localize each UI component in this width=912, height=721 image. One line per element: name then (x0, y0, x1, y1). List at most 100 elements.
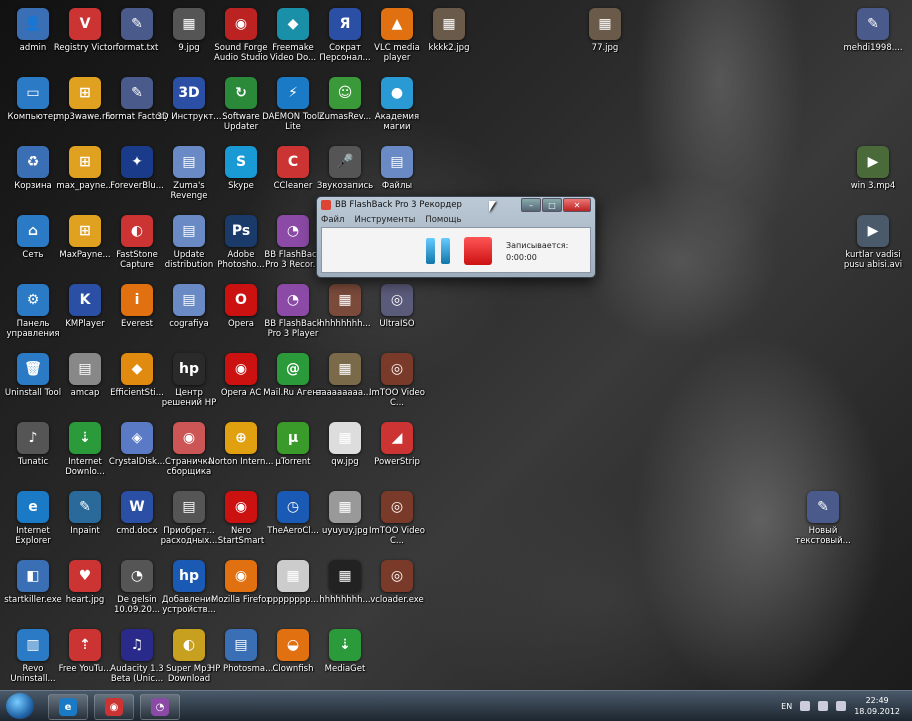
desktop-icon-glyph-icon: ◎ (381, 284, 413, 316)
desktop-icon[interactable]: ▶ kurtlar vadisi pusu abisi.avi (840, 211, 906, 277)
desktop-icon-glyph-icon: ◉ (173, 422, 205, 454)
flag-icon[interactable] (818, 701, 829, 711)
desktop-icon-label: vcloader.exe (370, 595, 424, 605)
desktop-icon-glyph-icon: ✎ (121, 77, 153, 109)
recording-elapsed: 0:00:00 (506, 253, 537, 262)
menu-file[interactable]: Файл (321, 215, 344, 225)
desktop-icon-glyph-icon: ♥ (69, 560, 101, 592)
desktop-icon-glyph-icon: ▦ (329, 491, 361, 523)
clock[interactable]: 22:49 18.09.2012 (854, 695, 900, 717)
desktop-icon-glyph-icon: @ (277, 353, 309, 385)
recorder-titlebar[interactable]: BB FlashBack Pro 3 Рекордер – □ ✕ (317, 197, 595, 213)
desktop-icon-glyph-icon: ⇣ (329, 629, 361, 661)
desktop-icon-glyph-icon: 🗑 (17, 353, 49, 385)
desktop-icon-glyph-icon: V (69, 8, 101, 40)
menu-help[interactable]: Помощь (425, 215, 461, 225)
desktop-icon[interactable]: ▦ 77.jpg (572, 4, 638, 70)
desktop-icon-glyph-icon: ✎ (69, 491, 101, 523)
desktop-icon-label: kkkk2.jpg (428, 43, 470, 53)
desktop: 👤 admin V Registry Victor ✎ format.txt ▦ 9.jpg ◉… (0, 0, 912, 690)
desktop-icon-label: kurtlar vadisi pusu abisi.avi (843, 250, 903, 270)
desktop-icon[interactable]: ⇣ MediaGet (312, 625, 378, 691)
desktop-icon[interactable]: ▶ win 3.mp4 (840, 142, 906, 208)
desktop-icon-label: 77.jpg (591, 43, 619, 53)
desktop-icon[interactable]: ◎ ImTOO Video C... (364, 487, 430, 553)
desktop-icon-glyph-icon: 🎤 (329, 146, 361, 178)
close-button[interactable]: ✕ (563, 198, 591, 212)
desktop-icon-glyph-icon: ◉ (225, 353, 257, 385)
desktop-icon-glyph-icon: 3D (173, 77, 205, 109)
desktop-icon[interactable]: ◎ vcloader.exe (364, 556, 430, 622)
minimize-button[interactable]: – (521, 198, 541, 212)
maximize-button[interactable]: □ (542, 198, 562, 212)
desktop-icon-glyph-icon: ▶ (857, 215, 889, 247)
desktop-icon-glyph-icon: ✦ (121, 146, 153, 178)
flashback-taskbar-icon: ◔ (151, 698, 169, 716)
recording-status: Записывается: 0:00:00 (506, 240, 568, 264)
desktop-icon-label: mehdi1998.... (843, 43, 903, 53)
desktop-icon-glyph-icon: ◷ (277, 491, 309, 523)
desktop-icon-glyph-icon: ⊞ (69, 146, 101, 178)
desktop-icon-glyph-icon: ● (381, 77, 413, 109)
desktop-icon-label: Новый текстовый... (795, 526, 851, 546)
desktop-icon[interactable]: ◢ PowerStrip (364, 418, 430, 484)
desktop-icon-glyph-icon: ☺ (329, 77, 361, 109)
desktop-icon-glyph-icon: ▥ (17, 629, 49, 661)
desktop-icon-glyph-icon: ⚡ (277, 77, 309, 109)
clock-time: 22:49 (865, 696, 889, 705)
desktop-icon-glyph-icon: ◔ (121, 560, 153, 592)
recorder-taskbar-button[interactable]: ◉ (94, 694, 134, 720)
desktop-icon[interactable]: ▦ kkkk2.jpg (416, 4, 482, 70)
desktop-icon-glyph-icon: ▦ (433, 8, 465, 40)
stop-button[interactable] (464, 237, 492, 265)
desktop-icon-glyph-icon: ▤ (173, 146, 205, 178)
desktop-icon-glyph-icon: C (277, 146, 309, 178)
desktop-icon-glyph-icon: ◐ (121, 215, 153, 247)
desktop-icon-glyph-icon: ⚙ (17, 284, 49, 316)
desktop-icon-glyph-icon: ▶ (857, 146, 889, 178)
flashback-recorder-window[interactable]: BB FlashBack Pro 3 Рекордер – □ ✕ Файл И… (316, 196, 596, 278)
ie-taskbar-button[interactable]: e (48, 694, 88, 720)
start-button[interactable] (6, 693, 34, 719)
desktop-icon-glyph-icon: ◉ (225, 560, 257, 592)
desktop-icon-glyph-icon: K (69, 284, 101, 316)
desktop-icon-glyph-icon: ⇣ (69, 422, 101, 454)
flashback-taskbar-button[interactable]: ◔ (140, 694, 180, 720)
desktop-icon[interactable]: ✎ mehdi1998.... (840, 4, 906, 70)
clock-date: 18.09.2012 (854, 707, 900, 716)
desktop-icon-label: ImTOO Video C... (369, 388, 425, 408)
pause-button[interactable] (426, 238, 450, 264)
desktop-icon-glyph-icon: ◆ (121, 353, 153, 385)
desktop-icon-glyph-icon: ◢ (381, 422, 413, 454)
language-indicator[interactable]: EN (781, 702, 792, 711)
desktop-icon-glyph-icon: ✎ (121, 8, 153, 40)
desktop-icon-glyph-icon: Ps (225, 215, 257, 247)
desktop-icon-glyph-icon: ◉ (225, 491, 257, 523)
desktop-icon-glyph-icon: ♻ (17, 146, 49, 178)
menu-tools[interactable]: Инструменты (354, 215, 415, 225)
recorder-taskbar-icon: ◉ (105, 698, 123, 716)
desktop-icon-label: ImTOO Video C... (369, 526, 425, 546)
mouse-cursor-icon (489, 201, 496, 212)
desktop-icon-glyph-icon: ◔ (277, 284, 309, 316)
network-icon[interactable] (800, 701, 811, 711)
desktop-icon-glyph-icon: ▤ (173, 215, 205, 247)
desktop-icon-glyph-icon: ▲ (381, 8, 413, 40)
desktop-icon-glyph-icon: ◔ (277, 215, 309, 247)
desktop-icon-glyph-icon: ▦ (173, 8, 205, 40)
desktop-icon-glyph-icon: ▤ (381, 146, 413, 178)
desktop-icon-label: UltraISO (379, 319, 415, 329)
desktop-icon[interactable]: ✎ Новый текстовый... (790, 487, 856, 553)
desktop-icon[interactable]: ◎ ImTOO Video C... (364, 349, 430, 415)
desktop-icon-glyph-icon: ▦ (277, 560, 309, 592)
desktop-icon-label: Файлы (381, 181, 413, 191)
desktop-icon[interactable]: ◎ UltraISO (364, 280, 430, 346)
desktop-icon-glyph-icon: ▦ (329, 353, 361, 385)
desktop-icon-glyph-icon: ✎ (857, 8, 889, 40)
desktop-icon-glyph-icon: ▦ (329, 422, 361, 454)
desktop-icon-glyph-icon: ◎ (381, 491, 413, 523)
desktop-icon-glyph-icon: ♫ (121, 629, 153, 661)
volume-icon[interactable] (836, 701, 847, 711)
desktop-icon[interactable]: ● Академия магии (364, 73, 430, 139)
pause-icon-bar (441, 238, 450, 264)
